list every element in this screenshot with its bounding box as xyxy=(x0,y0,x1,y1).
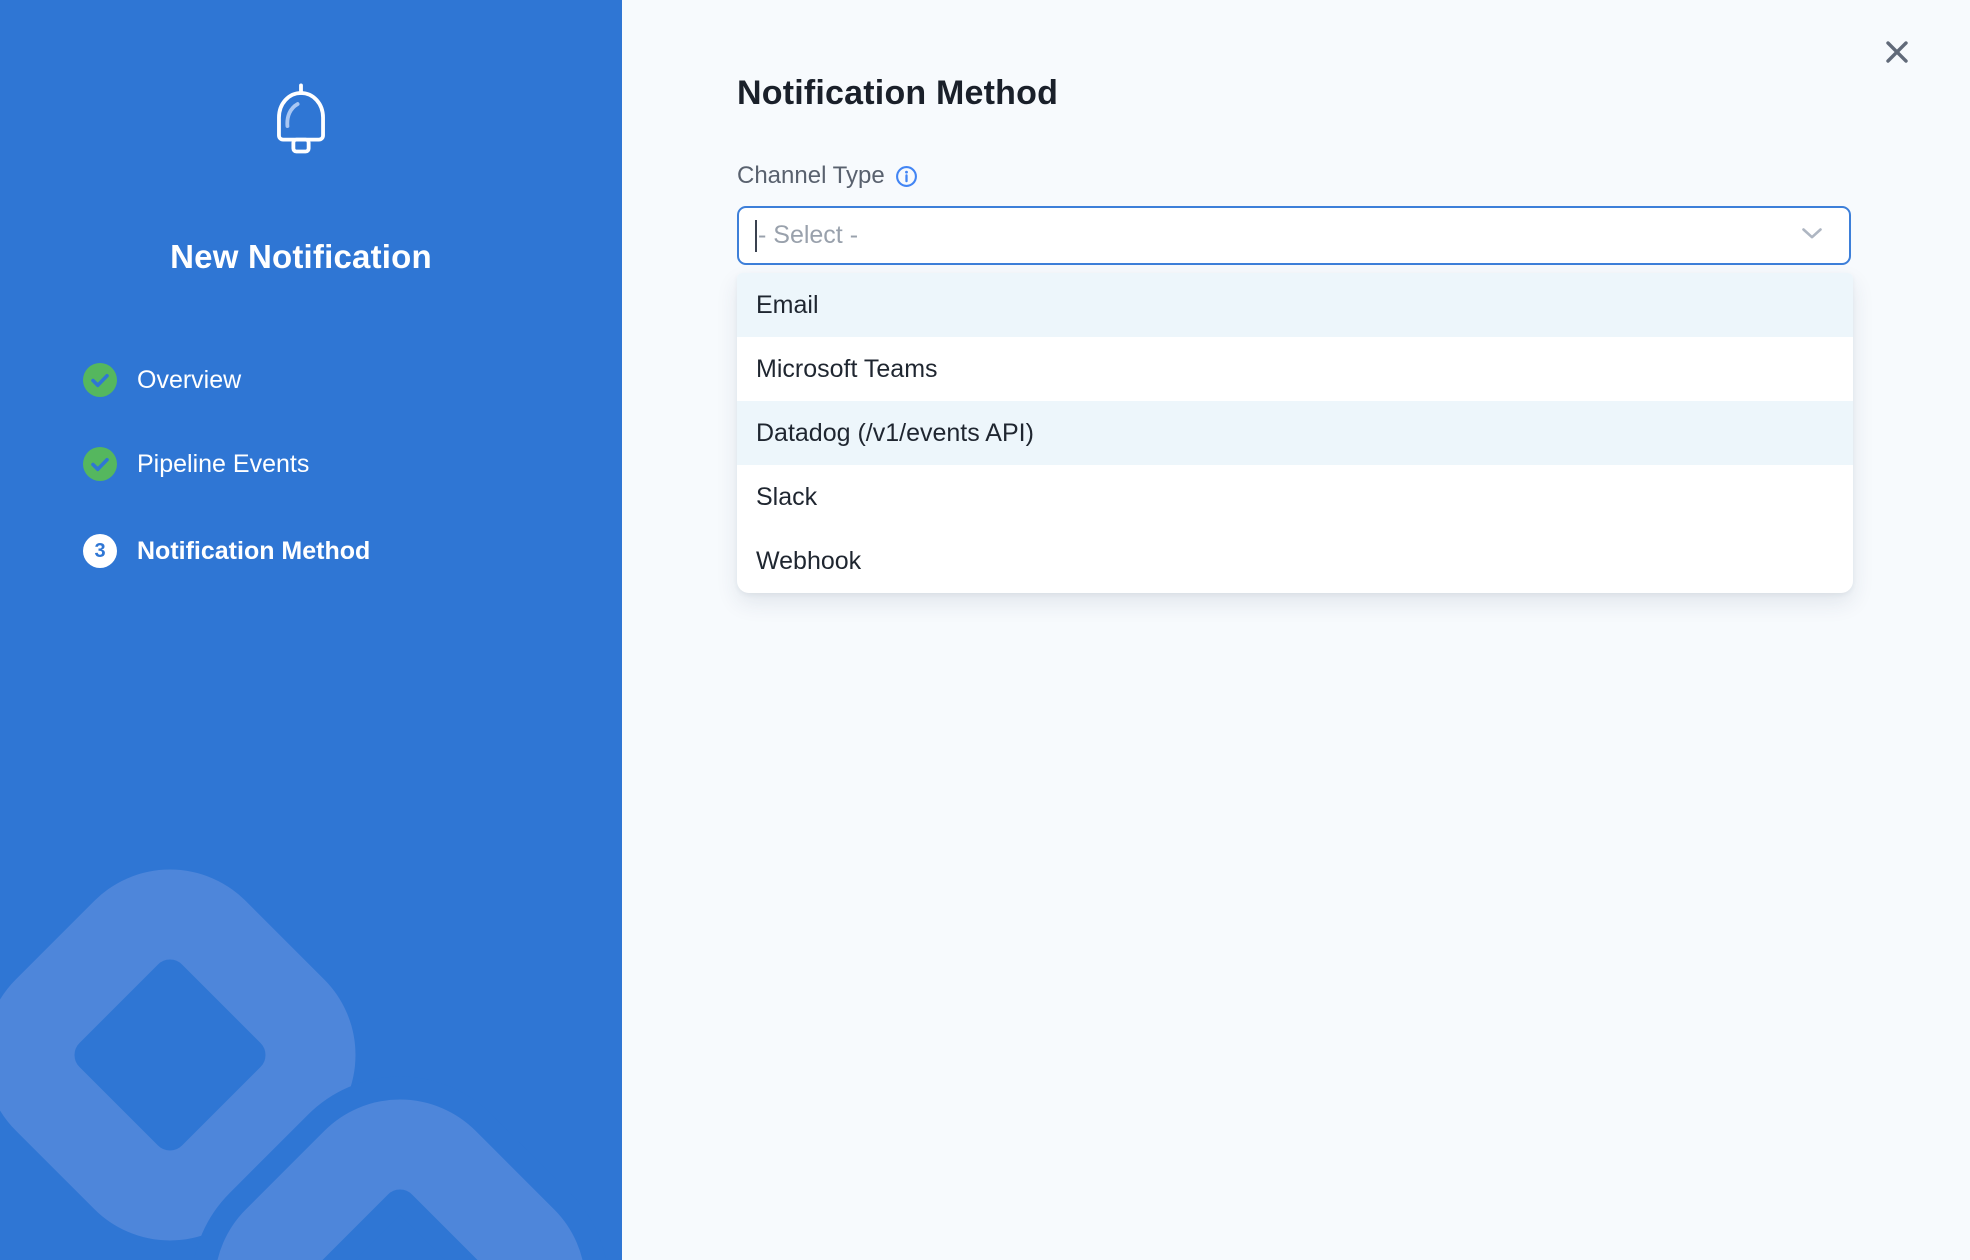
bell-icon xyxy=(0,82,602,165)
dropdown-option-slack[interactable]: Slack xyxy=(737,465,1853,529)
wizard-sidebar: New Notification Overview Pipeline Event… xyxy=(0,0,622,1260)
step-number-badge: 3 xyxy=(83,534,117,568)
notification-method-panel: Notification Method Channel Type - Selec… xyxy=(622,0,1970,1260)
step-label: Notification Method xyxy=(137,537,370,566)
dropdown-option-datadog[interactable]: Datadog (/v1/events API) xyxy=(737,401,1853,465)
dropdown-option-email[interactable]: Email xyxy=(737,273,1853,337)
dropdown-option-webhook[interactable]: Webhook xyxy=(737,529,1853,593)
sidebar-step-pipeline-events[interactable]: Pipeline Events xyxy=(83,447,309,481)
channel-type-select[interactable]: - Select - xyxy=(737,206,1851,265)
page-title: Notification Method xyxy=(737,74,1058,113)
info-icon[interactable] xyxy=(895,165,918,188)
text-cursor xyxy=(755,220,757,252)
dropdown-option-microsoft-teams[interactable]: Microsoft Teams xyxy=(737,337,1853,401)
check-circle-icon xyxy=(83,447,117,481)
step-number: 3 xyxy=(94,540,105,563)
sidebar-step-notification-method[interactable]: 3 Notification Method xyxy=(83,534,370,568)
sidebar-step-overview[interactable]: Overview xyxy=(83,363,241,397)
channel-type-label-row: Channel Type xyxy=(737,162,918,190)
chevron-down-icon xyxy=(1801,227,1823,245)
wizard-title: New Notification xyxy=(0,238,602,276)
channel-type-label: Channel Type xyxy=(737,162,885,190)
select-placeholder: - Select - xyxy=(758,221,858,250)
check-circle-icon xyxy=(83,363,117,397)
step-label: Overview xyxy=(137,366,241,395)
channel-type-dropdown: Email Microsoft Teams Datadog (/v1/event… xyxy=(737,273,1853,593)
close-icon xyxy=(1884,39,1910,65)
close-button[interactable] xyxy=(1875,30,1919,74)
step-label: Pipeline Events xyxy=(137,450,309,479)
